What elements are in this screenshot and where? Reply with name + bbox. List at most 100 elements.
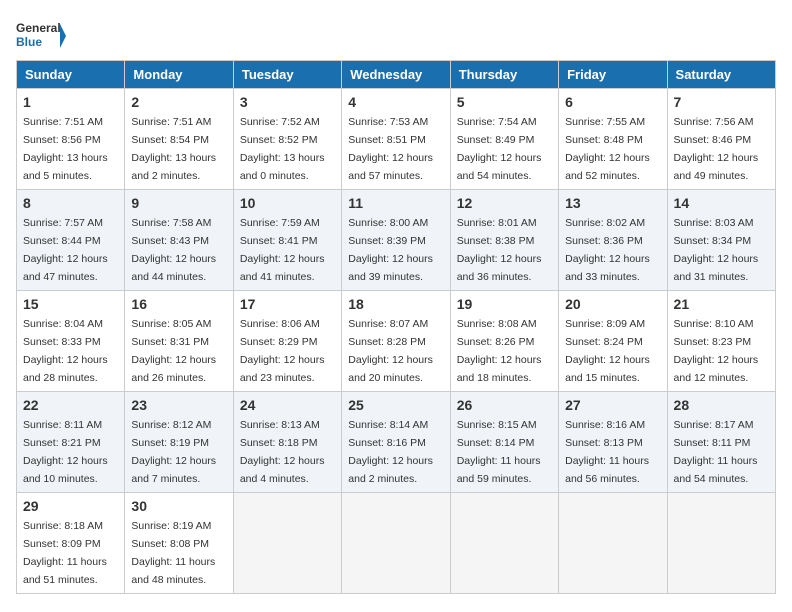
day-number: 6 (565, 94, 660, 110)
calendar-cell: 23 Sunrise: 8:12 AMSunset: 8:19 PMDaylig… (125, 392, 233, 493)
calendar-cell (559, 493, 667, 594)
calendar-cell: 5 Sunrise: 7:54 AMSunset: 8:49 PMDayligh… (450, 89, 558, 190)
day-number: 10 (240, 195, 335, 211)
day-detail: Sunrise: 7:59 AMSunset: 8:41 PMDaylight:… (240, 217, 325, 283)
day-detail: Sunrise: 7:54 AMSunset: 8:49 PMDaylight:… (457, 116, 542, 182)
day-detail: Sunrise: 8:03 AMSunset: 8:34 PMDaylight:… (674, 217, 759, 283)
calendar-cell: 1 Sunrise: 7:51 AMSunset: 8:56 PMDayligh… (17, 89, 125, 190)
day-detail: Sunrise: 8:19 AMSunset: 8:08 PMDaylight:… (131, 520, 215, 586)
day-detail: Sunrise: 8:13 AMSunset: 8:18 PMDaylight:… (240, 419, 325, 485)
calendar-header-row: SundayMondayTuesdayWednesdayThursdayFrid… (17, 61, 776, 89)
day-number: 8 (23, 195, 118, 211)
calendar-cell: 17 Sunrise: 8:06 AMSunset: 8:29 PMDaylig… (233, 291, 341, 392)
day-number: 30 (131, 498, 226, 514)
header: General Blue (16, 16, 776, 56)
day-detail: Sunrise: 8:17 AMSunset: 8:11 PMDaylight:… (674, 419, 758, 485)
col-header-saturday: Saturday (667, 61, 775, 89)
calendar-cell: 24 Sunrise: 8:13 AMSunset: 8:18 PMDaylig… (233, 392, 341, 493)
day-number: 17 (240, 296, 335, 312)
calendar: SundayMondayTuesdayWednesdayThursdayFrid… (16, 60, 776, 594)
day-number: 27 (565, 397, 660, 413)
calendar-cell: 10 Sunrise: 7:59 AMSunset: 8:41 PMDaylig… (233, 190, 341, 291)
calendar-cell: 13 Sunrise: 8:02 AMSunset: 8:36 PMDaylig… (559, 190, 667, 291)
svg-text:General: General (16, 21, 61, 35)
col-header-sunday: Sunday (17, 61, 125, 89)
calendar-cell: 26 Sunrise: 8:15 AMSunset: 8:14 PMDaylig… (450, 392, 558, 493)
calendar-cell (667, 493, 775, 594)
calendar-cell: 29 Sunrise: 8:18 AMSunset: 8:09 PMDaylig… (17, 493, 125, 594)
calendar-cell (233, 493, 341, 594)
day-detail: Sunrise: 8:01 AMSunset: 8:38 PMDaylight:… (457, 217, 542, 283)
calendar-cell: 16 Sunrise: 8:05 AMSunset: 8:31 PMDaylig… (125, 291, 233, 392)
day-detail: Sunrise: 8:07 AMSunset: 8:28 PMDaylight:… (348, 318, 433, 384)
logo: General Blue (16, 16, 66, 56)
day-number: 18 (348, 296, 443, 312)
day-detail: Sunrise: 8:10 AMSunset: 8:23 PMDaylight:… (674, 318, 759, 384)
calendar-cell: 19 Sunrise: 8:08 AMSunset: 8:26 PMDaylig… (450, 291, 558, 392)
day-number: 24 (240, 397, 335, 413)
calendar-cell: 30 Sunrise: 8:19 AMSunset: 8:08 PMDaylig… (125, 493, 233, 594)
calendar-week-4: 22 Sunrise: 8:11 AMSunset: 8:21 PMDaylig… (17, 392, 776, 493)
day-number: 20 (565, 296, 660, 312)
calendar-cell: 6 Sunrise: 7:55 AMSunset: 8:48 PMDayligh… (559, 89, 667, 190)
calendar-cell: 22 Sunrise: 8:11 AMSunset: 8:21 PMDaylig… (17, 392, 125, 493)
col-header-wednesday: Wednesday (342, 61, 450, 89)
day-number: 29 (23, 498, 118, 514)
day-number: 3 (240, 94, 335, 110)
day-detail: Sunrise: 8:04 AMSunset: 8:33 PMDaylight:… (23, 318, 108, 384)
calendar-cell: 18 Sunrise: 8:07 AMSunset: 8:28 PMDaylig… (342, 291, 450, 392)
calendar-cell (342, 493, 450, 594)
day-detail: Sunrise: 8:00 AMSunset: 8:39 PMDaylight:… (348, 217, 433, 283)
day-number: 1 (23, 94, 118, 110)
day-detail: Sunrise: 7:56 AMSunset: 8:46 PMDaylight:… (674, 116, 759, 182)
calendar-cell: 27 Sunrise: 8:16 AMSunset: 8:13 PMDaylig… (559, 392, 667, 493)
day-detail: Sunrise: 7:51 AMSunset: 8:54 PMDaylight:… (131, 116, 216, 182)
calendar-cell: 2 Sunrise: 7:51 AMSunset: 8:54 PMDayligh… (125, 89, 233, 190)
day-detail: Sunrise: 8:08 AMSunset: 8:26 PMDaylight:… (457, 318, 542, 384)
day-number: 13 (565, 195, 660, 211)
day-number: 28 (674, 397, 769, 413)
day-number: 16 (131, 296, 226, 312)
calendar-cell: 15 Sunrise: 8:04 AMSunset: 8:33 PMDaylig… (17, 291, 125, 392)
day-number: 26 (457, 397, 552, 413)
calendar-cell: 7 Sunrise: 7:56 AMSunset: 8:46 PMDayligh… (667, 89, 775, 190)
calendar-cell: 9 Sunrise: 7:58 AMSunset: 8:43 PMDayligh… (125, 190, 233, 291)
calendar-cell: 21 Sunrise: 8:10 AMSunset: 8:23 PMDaylig… (667, 291, 775, 392)
day-detail: Sunrise: 7:57 AMSunset: 8:44 PMDaylight:… (23, 217, 108, 283)
day-number: 12 (457, 195, 552, 211)
calendar-cell: 11 Sunrise: 8:00 AMSunset: 8:39 PMDaylig… (342, 190, 450, 291)
calendar-cell: 20 Sunrise: 8:09 AMSunset: 8:24 PMDaylig… (559, 291, 667, 392)
day-number: 22 (23, 397, 118, 413)
calendar-week-2: 8 Sunrise: 7:57 AMSunset: 8:44 PMDayligh… (17, 190, 776, 291)
col-header-thursday: Thursday (450, 61, 558, 89)
calendar-cell: 8 Sunrise: 7:57 AMSunset: 8:44 PMDayligh… (17, 190, 125, 291)
day-number: 23 (131, 397, 226, 413)
day-detail: Sunrise: 7:51 AMSunset: 8:56 PMDaylight:… (23, 116, 108, 182)
day-detail: Sunrise: 7:58 AMSunset: 8:43 PMDaylight:… (131, 217, 216, 283)
day-number: 7 (674, 94, 769, 110)
col-header-tuesday: Tuesday (233, 61, 341, 89)
day-detail: Sunrise: 8:02 AMSunset: 8:36 PMDaylight:… (565, 217, 650, 283)
calendar-cell: 4 Sunrise: 7:53 AMSunset: 8:51 PMDayligh… (342, 89, 450, 190)
day-number: 15 (23, 296, 118, 312)
day-number: 25 (348, 397, 443, 413)
day-detail: Sunrise: 7:52 AMSunset: 8:52 PMDaylight:… (240, 116, 325, 182)
day-detail: Sunrise: 7:53 AMSunset: 8:51 PMDaylight:… (348, 116, 433, 182)
day-number: 11 (348, 195, 443, 211)
svg-text:Blue: Blue (16, 35, 42, 49)
day-number: 19 (457, 296, 552, 312)
calendar-week-1: 1 Sunrise: 7:51 AMSunset: 8:56 PMDayligh… (17, 89, 776, 190)
day-detail: Sunrise: 7:55 AMSunset: 8:48 PMDaylight:… (565, 116, 650, 182)
day-number: 9 (131, 195, 226, 211)
calendar-cell: 3 Sunrise: 7:52 AMSunset: 8:52 PMDayligh… (233, 89, 341, 190)
day-number: 14 (674, 195, 769, 211)
day-detail: Sunrise: 8:16 AMSunset: 8:13 PMDaylight:… (565, 419, 649, 485)
day-detail: Sunrise: 8:06 AMSunset: 8:29 PMDaylight:… (240, 318, 325, 384)
day-detail: Sunrise: 8:18 AMSunset: 8:09 PMDaylight:… (23, 520, 107, 586)
calendar-cell: 12 Sunrise: 8:01 AMSunset: 8:38 PMDaylig… (450, 190, 558, 291)
day-number: 4 (348, 94, 443, 110)
col-header-friday: Friday (559, 61, 667, 89)
day-detail: Sunrise: 8:05 AMSunset: 8:31 PMDaylight:… (131, 318, 216, 384)
calendar-cell (450, 493, 558, 594)
day-detail: Sunrise: 8:09 AMSunset: 8:24 PMDaylight:… (565, 318, 650, 384)
